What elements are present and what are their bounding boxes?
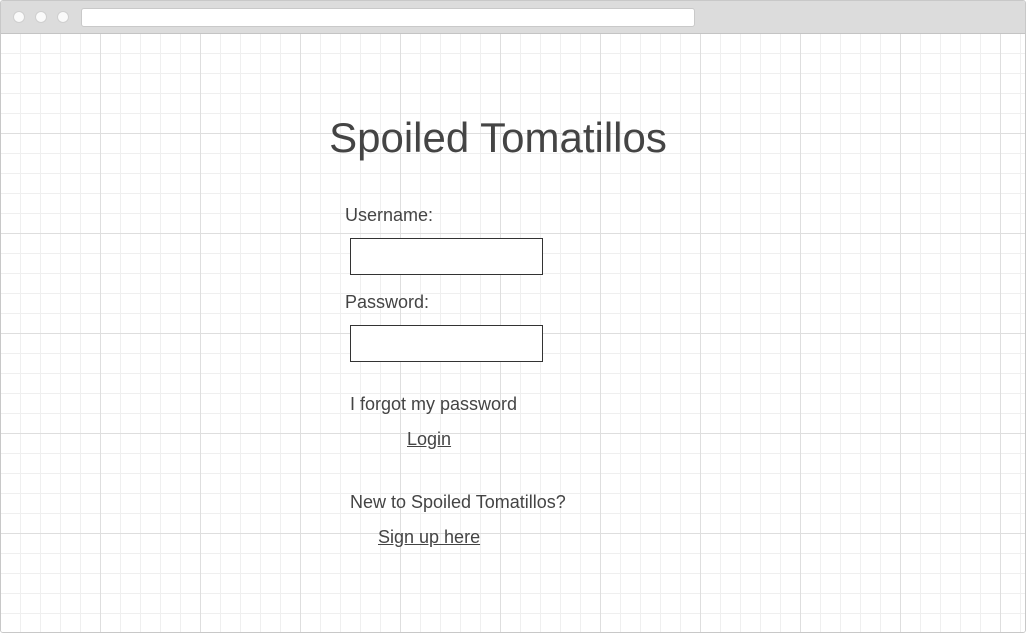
window-maximize-button[interactable] [57,11,69,23]
username-label: Username: [345,205,434,225]
window-minimize-button[interactable] [35,11,47,23]
username-input[interactable] [350,238,543,275]
password-label: Password: [345,292,430,312]
address-bar[interactable] [81,8,695,27]
window-close-button[interactable] [13,11,25,23]
page-content: Spoiled Tomatillos Username: Password: I… [1,34,1025,632]
browser-titlebar [1,1,1025,34]
new-user-text: New to Spoiled Tomatillos? [350,492,566,512]
password-input[interactable] [350,325,543,362]
login-button[interactable]: Login [407,429,451,450]
page-title: Spoiled Tomatillos [329,114,667,161]
forgot-password-link[interactable]: I forgot my password [350,394,517,415]
browser-window: Spoiled Tomatillos Username: Password: I… [0,0,1026,633]
signup-link[interactable]: Sign up here [378,527,480,548]
